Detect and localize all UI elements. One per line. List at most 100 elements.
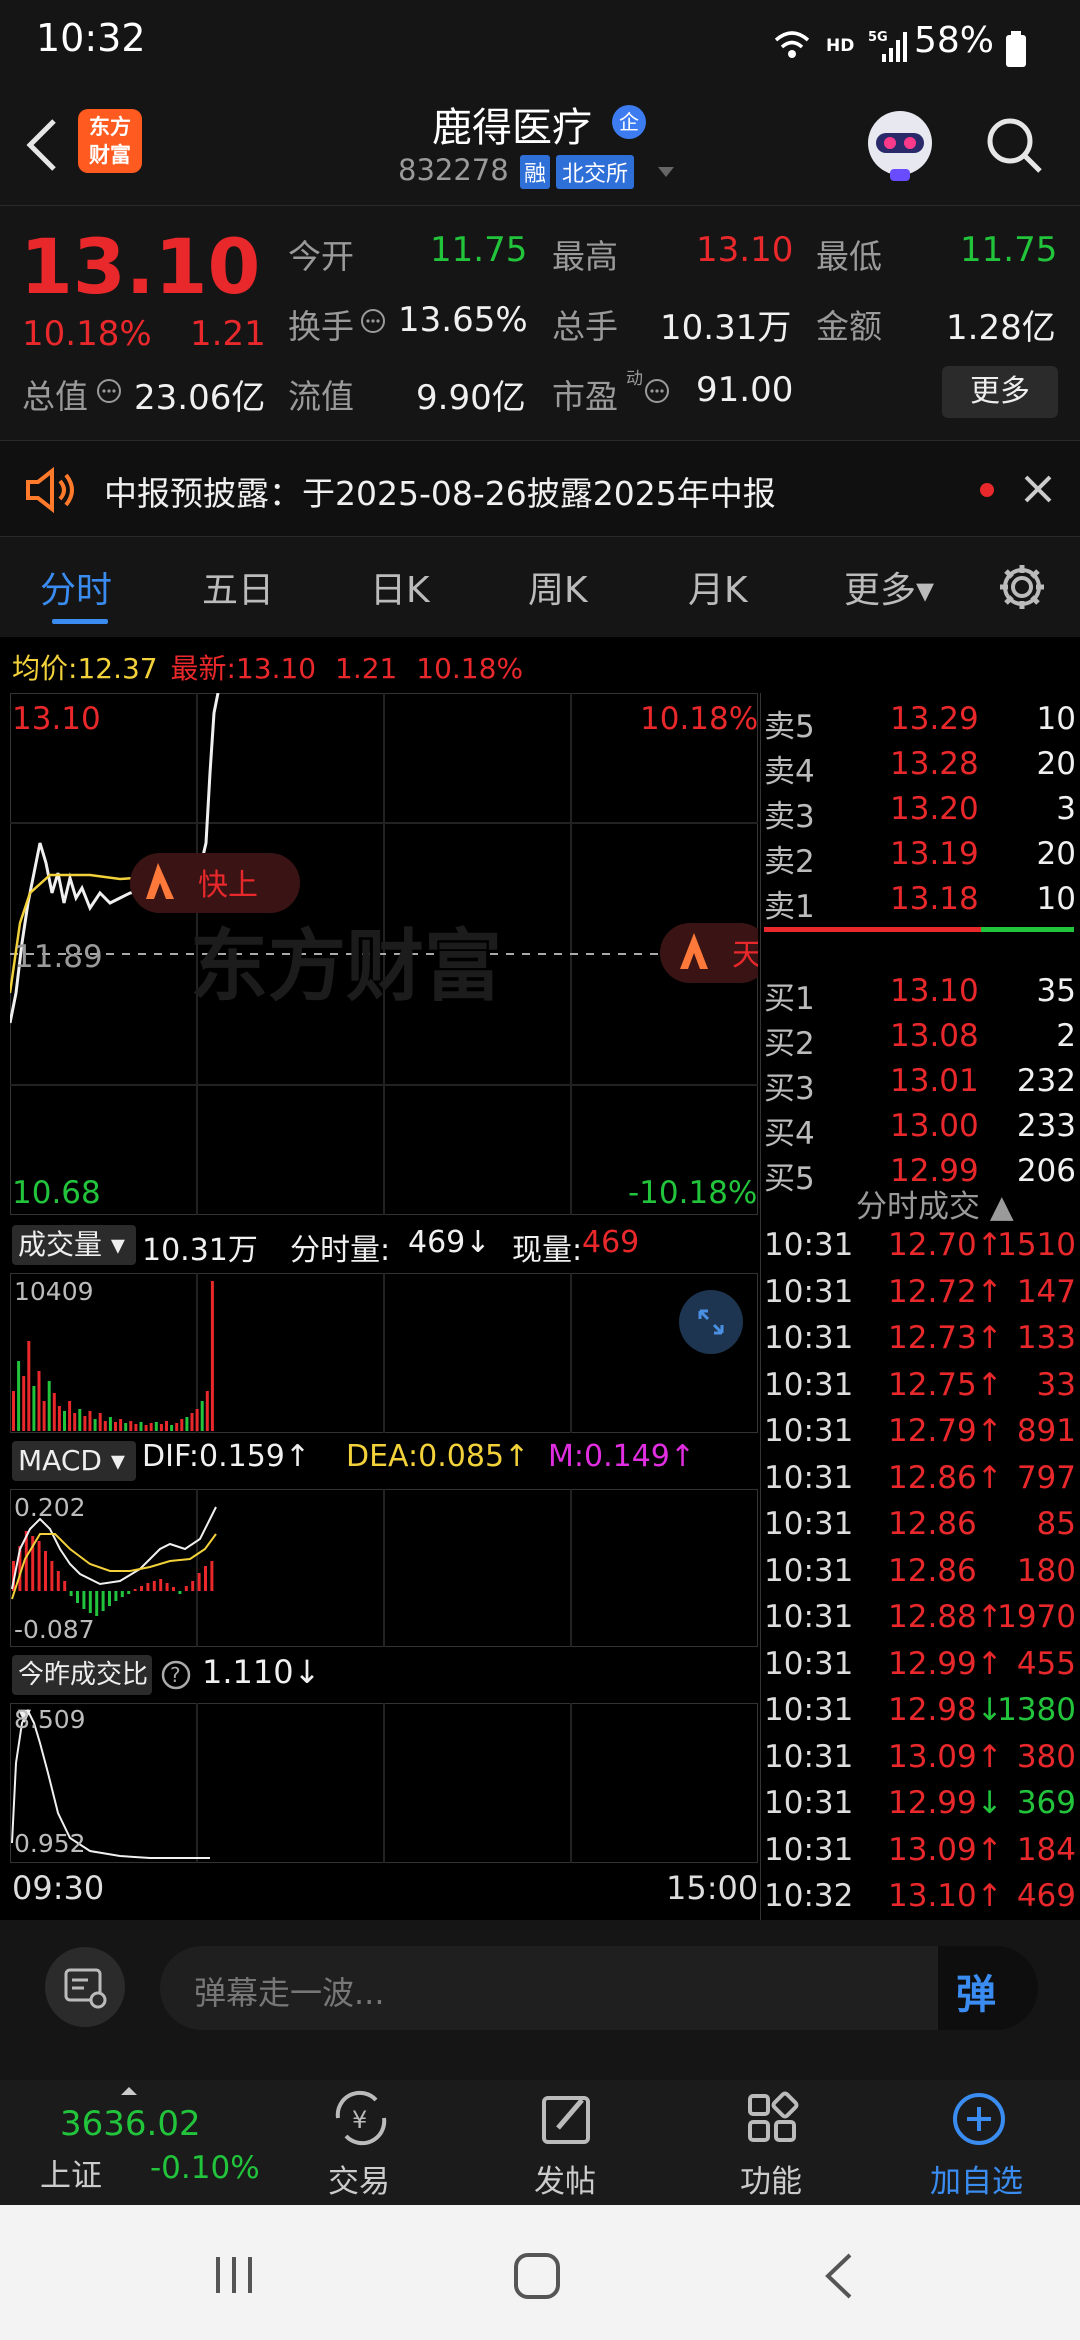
status-bar: 10:32 HD 5G 58% bbox=[0, 0, 1080, 95]
book-label: 卖2 bbox=[764, 844, 815, 880]
volume-selector[interactable]: 成交量 ▾ bbox=[12, 1225, 136, 1265]
volume-bar bbox=[103, 1421, 107, 1431]
expand-chart-icon[interactable] bbox=[678, 1289, 744, 1355]
ask-row-3[interactable]: 卖3 13.20 3 bbox=[764, 791, 1080, 836]
avg-label: 均价: bbox=[12, 652, 78, 685]
volume-chart[interactable] bbox=[10, 1273, 758, 1433]
book-divider bbox=[764, 927, 1074, 932]
tick-price: 12.75↑ bbox=[888, 1366, 1003, 1403]
bid-row-4[interactable]: 买4 13.00 233 bbox=[764, 1108, 1080, 1153]
tick-time: 10:31 bbox=[764, 1320, 854, 1356]
system-back-icon[interactable] bbox=[820, 2251, 860, 2301]
ask-row-2[interactable]: 卖4 13.28 20 bbox=[764, 746, 1080, 791]
danmaku-settings-icon[interactable] bbox=[44, 1946, 126, 2028]
change-percent: 10.18% bbox=[22, 314, 152, 354]
tab-more[interactable]: 更多▾ bbox=[844, 561, 934, 613]
volume-bar bbox=[170, 1425, 174, 1431]
settings-gear-icon[interactable] bbox=[996, 561, 1048, 613]
battery-icon bbox=[1006, 31, 1026, 67]
tick-volume: 369 bbox=[1016, 1785, 1076, 1821]
tick-volume: 85 bbox=[1036, 1506, 1076, 1542]
index-pct[interactable]: -0.10% bbox=[150, 2150, 260, 2186]
tick-row: 10:31 12.86 180 bbox=[764, 1553, 1080, 1599]
index-value[interactable]: 3636.02 bbox=[60, 2104, 201, 2144]
tick-price: 13.09↑ bbox=[888, 1738, 1003, 1775]
tick-price: 12.99↓ bbox=[888, 1785, 1003, 1821]
status-time: 10:32 bbox=[36, 16, 146, 60]
search-icon[interactable] bbox=[984, 115, 1044, 175]
home-icon[interactable] bbox=[512, 2251, 562, 2301]
volume-bar bbox=[134, 1424, 138, 1431]
volume-bar bbox=[139, 1422, 143, 1431]
bid-row-2[interactable]: 买2 13.08 2 bbox=[764, 1018, 1080, 1063]
volume-bar bbox=[129, 1421, 133, 1431]
app-logo[interactable]: 东方 财富 bbox=[78, 109, 142, 173]
tick-row: 10:31 12.79↑ 891 bbox=[764, 1413, 1080, 1459]
recent-apps-icon[interactable] bbox=[212, 2253, 258, 2297]
volume-selector-label: 成交量 bbox=[18, 1228, 103, 1261]
volume-bar bbox=[165, 1421, 168, 1431]
mktcap-info-icon[interactable] bbox=[96, 378, 122, 404]
book-price: 13.10 bbox=[890, 973, 979, 1009]
book-price: 13.00 bbox=[890, 1108, 979, 1144]
ask-row-5[interactable]: 卖1 13.18 10 bbox=[764, 881, 1080, 926]
tab-weekly-k[interactable]: 周K bbox=[528, 561, 588, 613]
index-name[interactable]: 上证 bbox=[40, 2150, 102, 2195]
nav-function[interactable]: 功能 bbox=[702, 2080, 842, 2205]
bid-row-3[interactable]: 买3 13.01 232 bbox=[764, 1063, 1080, 1108]
latest-change: 1.21 bbox=[335, 652, 398, 685]
tick-row: 10:31 13.09↑ 184 bbox=[764, 1832, 1080, 1878]
tab-five-day[interactable]: 五日 bbox=[202, 561, 274, 613]
macd-selector[interactable]: MACD ▾ bbox=[12, 1441, 136, 1481]
volume-bar bbox=[185, 1417, 189, 1431]
volume-bar bbox=[108, 1417, 112, 1431]
tick-time: 10:31 bbox=[764, 1785, 854, 1821]
help-icon[interactable]: ? bbox=[160, 1659, 192, 1691]
nav-add-watchlist[interactable]: 加自选 bbox=[908, 2080, 1048, 2205]
nav-post-label: 发帖 bbox=[534, 2164, 596, 2200]
exchange-dropdown-icon[interactable] bbox=[656, 165, 676, 179]
robot-assistant-icon[interactable] bbox=[860, 103, 940, 185]
tick-row: 10:31 12.72↑ 147 bbox=[764, 1274, 1080, 1320]
volume-total: 10.31万 bbox=[142, 1233, 258, 1268]
pe-label: 市盈 bbox=[552, 377, 618, 416]
nav-post[interactable]: 发帖 bbox=[496, 2080, 636, 2205]
send-danmaku-button[interactable]: 弹 bbox=[938, 1946, 1038, 2030]
pe-info-icon[interactable] bbox=[644, 378, 670, 404]
logo-line1: 东方 bbox=[89, 115, 131, 139]
tick-volume: 133 bbox=[1016, 1320, 1076, 1356]
tab-daily-k[interactable]: 日K bbox=[370, 561, 430, 613]
volume-bar bbox=[32, 1386, 36, 1431]
ratio-max: 8.509 bbox=[14, 1705, 86, 1734]
turnover-info-icon[interactable] bbox=[360, 308, 386, 334]
price-chart[interactable]: 东方财富 快上 天 bbox=[10, 693, 758, 1215]
bid-row-1[interactable]: 买1 13.10 35 bbox=[764, 973, 1080, 1018]
ticks-title[interactable]: 分时成交 ▲ bbox=[856, 1181, 1014, 1226]
volume-bar bbox=[154, 1422, 158, 1431]
macd-bar bbox=[56, 1571, 60, 1591]
tick-volume: 455 bbox=[1016, 1645, 1076, 1682]
ask-row-1[interactable]: 卖5 13.29 10 bbox=[764, 701, 1080, 746]
tick-row: 10:31 12.86↑ 797 bbox=[764, 1460, 1080, 1506]
close-icon[interactable] bbox=[1022, 473, 1054, 505]
volume-bar bbox=[68, 1401, 72, 1431]
notice-bar[interactable]: 中报预披露：于2025-08-26披露2025年中报 bbox=[0, 440, 1080, 537]
ask-row-4[interactable]: 卖2 13.19 20 bbox=[764, 836, 1080, 881]
back-icon[interactable] bbox=[20, 115, 64, 175]
macd-chart[interactable] bbox=[10, 1489, 758, 1647]
ratio-selector[interactable]: 今昨成交比 ▾ bbox=[12, 1655, 152, 1730]
more-button[interactable]: 更多 bbox=[942, 366, 1058, 418]
ratio-chart[interactable] bbox=[10, 1703, 758, 1863]
volume-bar bbox=[12, 1391, 15, 1431]
comment-input[interactable]: 弹幕走一波... 弹 bbox=[160, 1946, 1038, 2030]
nav-trade[interactable]: ¥ 交易 bbox=[290, 2080, 430, 2205]
tick-time: 10:31 bbox=[764, 1273, 854, 1310]
bottom-nav: 3636.02 上证 -0.10% ¥ 交易 发帖 功能 加自选 bbox=[0, 2080, 1080, 2205]
tick-row: 10:31 12.98↓ 1380 bbox=[764, 1692, 1080, 1738]
volume-bar bbox=[190, 1413, 194, 1431]
tab-intraday[interactable]: 分时 bbox=[40, 561, 112, 613]
book-price: 13.20 bbox=[890, 791, 979, 827]
volume-bar bbox=[200, 1401, 204, 1431]
tab-monthly-k[interactable]: 月K bbox=[688, 561, 748, 613]
tick-volume: 1510 bbox=[997, 1227, 1076, 1263]
